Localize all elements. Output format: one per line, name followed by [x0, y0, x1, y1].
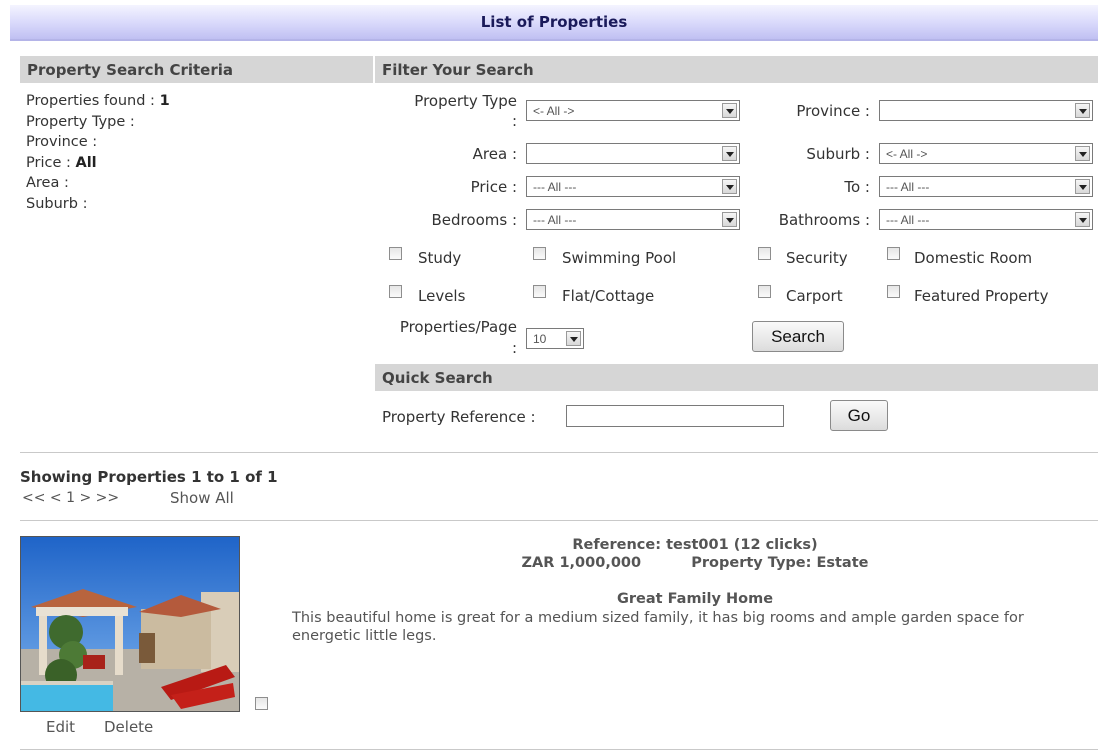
criteria-panel: Properties found : 1 Property Type : Pro… — [26, 91, 366, 214]
criteria-price-label: Price : — [26, 154, 71, 171]
show-all-link[interactable]: Show All — [170, 489, 234, 507]
chevron-down-icon — [1075, 212, 1090, 227]
criteria-price-row: Price : All — [26, 153, 366, 174]
province-select[interactable] — [879, 100, 1093, 121]
per-page-select[interactable]: 10 — [526, 328, 584, 349]
edit-link[interactable]: Edit — [46, 718, 75, 736]
per-page-value: 10 — [533, 332, 547, 346]
price-to-select[interactable]: --- All --- — [879, 176, 1093, 197]
price-to-label: To : — [844, 178, 870, 196]
property-type-value: <- All -> — [533, 104, 575, 118]
listing-description: This beautiful home is great for a mediu… — [292, 610, 1024, 644]
page-title-bar: List of Properties — [10, 5, 1098, 41]
properties-found-value: 1 — [159, 93, 170, 109]
security-label: Security — [786, 249, 848, 267]
criteria-area: Area : — [26, 175, 69, 191]
bedrooms-label: Bedrooms : — [431, 211, 517, 229]
divider — [20, 749, 1098, 750]
study-checkbox[interactable] — [389, 247, 402, 260]
flat-cottage-checkbox[interactable] — [533, 285, 546, 298]
page-title: List of Properties — [480, 13, 628, 31]
criteria-property-type: Property Type : — [26, 113, 135, 130]
criteria-province: Province : — [26, 134, 98, 150]
listing-type: Property Type: Estate — [691, 555, 869, 571]
property-type-label: Property Type — [414, 92, 517, 110]
criteria-suburb: Suburb : — [26, 195, 88, 212]
house-photo-icon — [21, 537, 239, 711]
filter-heading: Filter Your Search — [382, 61, 534, 79]
properties-found-label: Properties found : — [26, 93, 155, 109]
filter-header: Filter Your Search — [375, 56, 1098, 83]
price-to-value: --- All --- — [886, 180, 930, 194]
levels-checkbox[interactable] — [389, 285, 402, 298]
featured-property-checkbox[interactable] — [887, 285, 900, 298]
per-page-label: Properties/Page — [399, 318, 517, 336]
suburb-select[interactable]: <- All -> — [879, 143, 1093, 164]
listing-summary: ZAR 1,000,000 Property Type: Estate — [292, 555, 1098, 571]
carport-checkbox[interactable] — [758, 285, 771, 298]
pagination[interactable]: << < 1 > >> — [22, 490, 119, 506]
swimming-pool-checkbox[interactable] — [533, 247, 546, 260]
chevron-down-icon — [1075, 103, 1090, 118]
bathrooms-select[interactable]: --- All --- — [879, 209, 1093, 230]
divider — [20, 452, 1098, 453]
select-property-checkbox[interactable] — [255, 697, 268, 710]
carport-label: Carport — [786, 287, 843, 305]
chevron-down-icon — [1075, 179, 1090, 194]
delete-link[interactable]: Delete — [104, 718, 153, 736]
criteria-heading: Property Search Criteria — [27, 61, 234, 79]
price-label: Price : — [470, 178, 517, 196]
property-type-colon: : — [511, 112, 517, 130]
per-page-colon: : — [511, 339, 517, 357]
bedrooms-value: --- All --- — [533, 213, 577, 227]
listing-headline: Great Family Home — [616, 591, 774, 607]
domestic-room-checkbox[interactable] — [887, 247, 900, 260]
bathrooms-value: --- All --- — [886, 213, 930, 227]
criteria-header: Property Search Criteria — [20, 56, 373, 83]
domestic-room-label: Domestic Room — [914, 249, 1033, 267]
quick-search-header: Quick Search — [375, 364, 1098, 391]
criteria-price-value: All — [75, 154, 97, 171]
divider — [20, 520, 1098, 521]
security-checkbox[interactable] — [758, 247, 771, 260]
area-label: Area : — [472, 145, 517, 163]
property-reference-input[interactable] — [566, 405, 784, 427]
featured-property-label: Featured Property — [914, 287, 1049, 305]
flat-cottage-label: Flat/Cottage — [562, 287, 655, 305]
go-button[interactable]: Go — [830, 400, 888, 431]
suburb-label: Suburb : — [806, 145, 870, 163]
results-count: Showing Properties 1 to 1 of 1 — [20, 468, 278, 486]
swimming-pool-label: Swimming Pool — [562, 249, 677, 267]
study-label: Study — [418, 249, 462, 267]
search-button[interactable]: Search — [752, 321, 844, 352]
suburb-value: <- All -> — [886, 147, 928, 161]
listing-price: ZAR 1,000,000 — [521, 555, 642, 571]
chevron-down-icon — [1075, 146, 1090, 161]
price-value: --- All --- — [533, 180, 577, 194]
properties-found-row: Properties found : 1 — [26, 91, 366, 112]
quick-search-heading: Quick Search — [382, 369, 493, 387]
province-label: Province : — [796, 102, 870, 120]
property-photo[interactable] — [20, 536, 240, 712]
chevron-down-icon — [566, 331, 581, 346]
property-reference-label: Property Reference : — [382, 408, 536, 426]
levels-label: Levels — [418, 287, 466, 305]
listing-reference: Reference: test001 (12 clicks) — [572, 537, 818, 553]
bathrooms-label: Bathrooms : — [778, 211, 870, 229]
